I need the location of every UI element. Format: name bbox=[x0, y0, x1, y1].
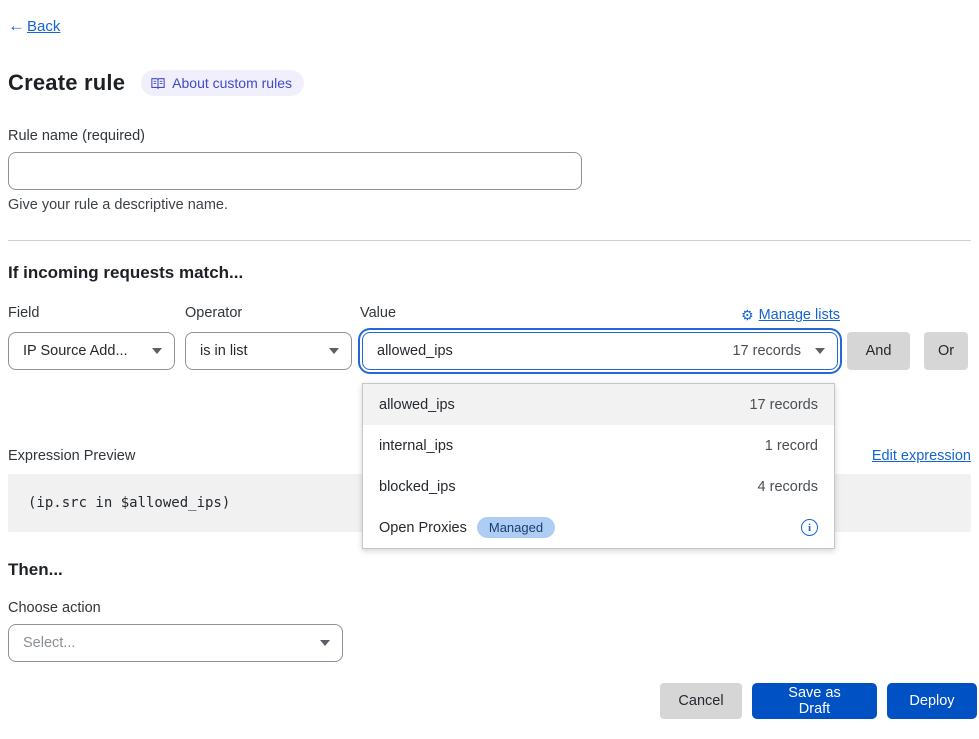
action-select-placeholder: Select... bbox=[23, 635, 75, 651]
expression-builder-row: Field IP Source Add... Operator is in li… bbox=[8, 305, 971, 370]
expression-code: (ip.src in $allowed_ips) bbox=[28, 495, 230, 511]
footer-actions: Cancel Save as Draft Deploy bbox=[660, 683, 977, 719]
rule-name-input[interactable] bbox=[8, 152, 582, 190]
operator-select[interactable]: is in list bbox=[185, 332, 352, 370]
list-item-records: 4 records bbox=[758, 479, 818, 495]
then-section-heading: Then... bbox=[8, 560, 971, 580]
page-title: Create rule bbox=[8, 70, 125, 96]
rule-name-label: Rule name (required) bbox=[8, 128, 971, 144]
back-arrow-icon: ← bbox=[8, 16, 25, 36]
value-label-row: Value ⚙ Manage lists bbox=[360, 305, 840, 325]
back-link-label: Back bbox=[27, 18, 60, 35]
match-section-heading: If incoming requests match... bbox=[8, 263, 971, 283]
connector-buttons: And Or bbox=[847, 305, 968, 370]
info-icon[interactable]: i bbox=[801, 519, 818, 536]
section-divider bbox=[8, 240, 971, 241]
managed-badge: Managed bbox=[477, 517, 555, 538]
choose-action-label: Choose action bbox=[8, 600, 971, 616]
chevron-down-icon bbox=[815, 348, 825, 354]
manage-lists-link[interactable]: ⚙ Manage lists bbox=[741, 307, 840, 324]
rule-name-section: Rule name (required) Give your rule a de… bbox=[8, 128, 971, 213]
back-link[interactable]: ←Back bbox=[8, 16, 60, 36]
and-button[interactable]: And bbox=[847, 332, 910, 370]
rule-name-help-text: Give your rule a descriptive name. bbox=[8, 197, 971, 213]
list-item-name: Open Proxies bbox=[379, 520, 467, 536]
action-select[interactable]: Select... bbox=[8, 624, 343, 662]
about-custom-rules-link[interactable]: About custom rules bbox=[141, 70, 304, 96]
title-row: Create rule About custom rules bbox=[8, 70, 971, 96]
field-select-value: IP Source Add... bbox=[23, 343, 128, 359]
expression-preview-label: Expression Preview bbox=[8, 448, 135, 464]
field-select[interactable]: IP Source Add... bbox=[8, 332, 175, 370]
or-button[interactable]: Or bbox=[924, 332, 968, 370]
value-column: Value ⚙ Manage lists allowed_ips 17 reco… bbox=[360, 305, 840, 370]
value-dropdown-panel: allowed_ips 17 records internal_ips 1 re… bbox=[362, 383, 835, 549]
operator-select-value: is in list bbox=[200, 343, 248, 359]
value-label: Value bbox=[360, 305, 396, 325]
manage-lists-label: Manage lists bbox=[759, 307, 840, 323]
chevron-down-icon bbox=[320, 640, 330, 646]
chevron-down-icon bbox=[152, 348, 162, 354]
operator-label: Operator bbox=[185, 305, 352, 325]
dropdown-item-open-proxies[interactable]: Open Proxies Managed i bbox=[363, 507, 834, 548]
field-column: Field IP Source Add... bbox=[8, 305, 175, 370]
dropdown-item-allowed-ips[interactable]: allowed_ips 17 records bbox=[363, 384, 834, 425]
edit-expression-link[interactable]: Edit expression bbox=[872, 448, 971, 464]
save-as-draft-button[interactable]: Save as Draft bbox=[752, 683, 877, 719]
dropdown-item-blocked-ips[interactable]: blocked_ips 4 records bbox=[363, 466, 834, 507]
operator-column: Operator is in list bbox=[185, 305, 352, 370]
chevron-down-icon bbox=[329, 348, 339, 354]
back-row: ←Back bbox=[8, 16, 971, 36]
value-select-value: allowed_ips bbox=[377, 343, 453, 359]
book-icon bbox=[151, 77, 165, 90]
create-rule-page: ←Back Create rule About custom rules Rul… bbox=[0, 0, 979, 662]
list-item-records: 17 records bbox=[749, 397, 818, 413]
value-select-records-count: 17 records bbox=[732, 343, 801, 359]
about-badge-label: About custom rules bbox=[172, 75, 292, 91]
list-item-name: allowed_ips bbox=[379, 397, 455, 413]
gear-icon: ⚙ bbox=[741, 307, 754, 324]
value-select[interactable]: allowed_ips 17 records bbox=[362, 332, 838, 370]
field-label: Field bbox=[8, 305, 175, 325]
list-item-name: internal_ips bbox=[379, 438, 453, 454]
list-item-records: 1 record bbox=[765, 438, 818, 454]
dropdown-item-internal-ips[interactable]: internal_ips 1 record bbox=[363, 425, 834, 466]
cancel-button[interactable]: Cancel bbox=[660, 683, 742, 719]
list-item-name: blocked_ips bbox=[379, 479, 456, 495]
deploy-button[interactable]: Deploy bbox=[887, 683, 977, 719]
